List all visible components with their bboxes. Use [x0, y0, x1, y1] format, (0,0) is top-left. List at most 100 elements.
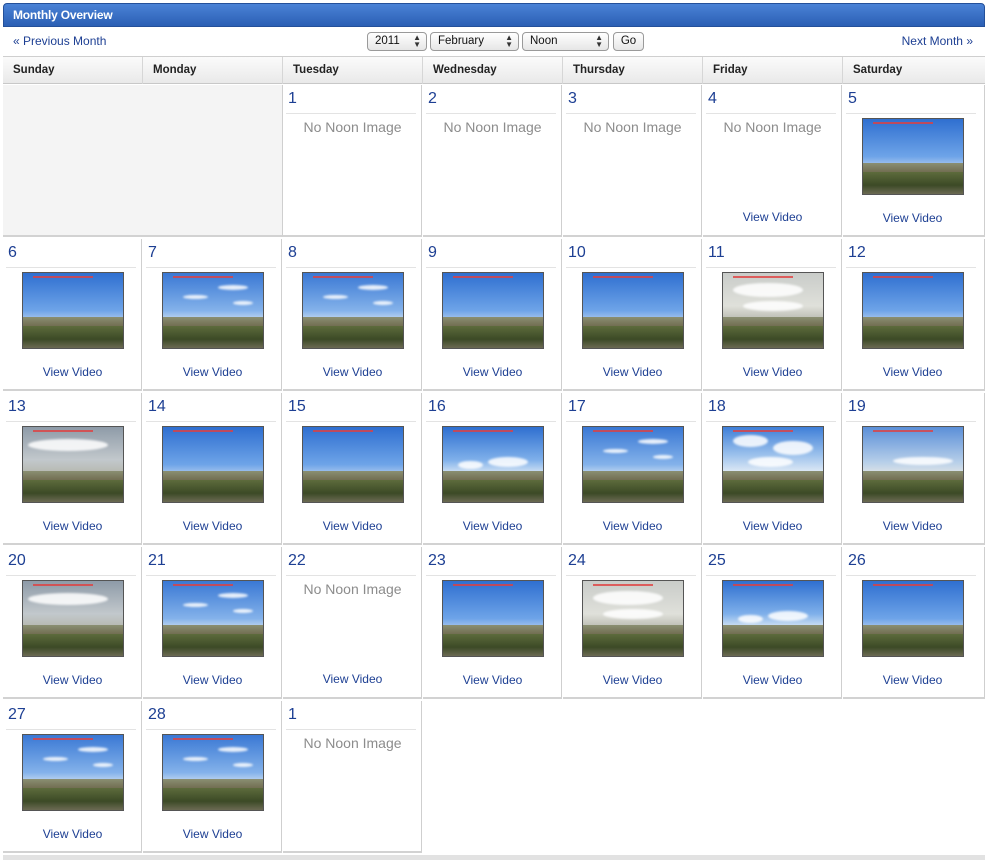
noon-image-thumbnail[interactable] — [162, 734, 264, 811]
noon-image-thumbnail[interactable] — [722, 272, 824, 349]
noon-image-thumbnail[interactable] — [162, 426, 264, 503]
noon-image-thumbnail[interactable] — [22, 734, 124, 811]
calendar-grid: 1 No Noon Image 2 No Noon Image 3 No Noon Ima… — [3, 85, 985, 855]
day-cell: 23 View Video — [423, 547, 562, 699]
view-video-link[interactable]: View Video — [3, 673, 142, 687]
view-video-link[interactable]: View Video — [143, 519, 282, 533]
no-noon-image-text: No Noon Image — [723, 119, 822, 135]
noon-image-thumbnail[interactable] — [302, 426, 404, 503]
noon-image-thumbnail[interactable] — [862, 118, 964, 195]
thumbnail-cloud — [638, 439, 668, 444]
month-select[interactable]: February ▲ ▼ — [430, 32, 519, 51]
view-video-link[interactable]: View Video — [563, 365, 702, 379]
title-bar: Monthly Overview — [3, 3, 985, 27]
noon-image-thumbnail[interactable] — [722, 580, 824, 657]
noon-image-thumbnail[interactable] — [442, 272, 544, 349]
view-video-link[interactable]: View Video — [563, 673, 702, 687]
view-video-link[interactable]: View Video — [423, 673, 562, 687]
day-cell: 21 View Video — [143, 547, 282, 699]
weekday-thursday: Thursday — [563, 57, 703, 84]
no-noon-image-text: No Noon Image — [303, 119, 402, 135]
view-video-link[interactable]: View Video — [423, 365, 562, 379]
view-video-link[interactable]: View Video — [283, 365, 422, 379]
go-button[interactable]: Go — [613, 32, 644, 51]
thumbnail-cloud — [93, 763, 113, 767]
previous-month-link[interactable]: « Previous Month — [13, 34, 106, 48]
timestamp-overlay — [593, 276, 653, 278]
day-cell: 25 View Video — [703, 547, 842, 699]
thumbnail-cloud — [748, 457, 793, 467]
view-video-link[interactable]: View Video — [703, 519, 842, 533]
day-cell: 24 View Video — [563, 547, 702, 699]
noon-image-thumbnail[interactable] — [442, 580, 544, 657]
view-video-link[interactable]: View Video — [703, 365, 842, 379]
noon-image-thumbnail[interactable] — [302, 272, 404, 349]
noon-image-thumbnail[interactable] — [22, 272, 124, 349]
view-video-link[interactable]: View Video — [143, 365, 282, 379]
timestamp-overlay — [593, 584, 653, 586]
thumbnail-ground — [23, 325, 123, 348]
thumbnail-sky — [23, 273, 123, 320]
weekday-sunday: Sunday — [3, 57, 143, 84]
view-video-link[interactable]: View Video — [843, 673, 982, 687]
view-video-link[interactable]: View Video — [3, 519, 142, 533]
thumbnail-ground — [443, 633, 543, 656]
view-video-link[interactable]: View Video — [143, 673, 282, 687]
noon-image-thumbnail[interactable] — [162, 272, 264, 349]
noon-image-thumbnail[interactable] — [22, 580, 124, 657]
day-number: 7 — [146, 244, 276, 268]
timestamp-overlay — [453, 430, 513, 432]
thumbnail-cloud — [373, 301, 393, 305]
view-video-link[interactable]: View Video — [703, 673, 842, 687]
view-video-link[interactable]: View Video — [283, 672, 422, 686]
thumbnail-ground — [163, 787, 263, 810]
noon-image-thumbnail[interactable] — [722, 426, 824, 503]
thumbnail-sky — [863, 427, 963, 474]
time-select[interactable]: Noon ▲ ▼ — [522, 32, 609, 51]
view-video-link[interactable]: View Video — [143, 827, 282, 841]
day-cell: 19 View Video — [843, 393, 985, 545]
day-cell: 12 View Video — [843, 239, 985, 391]
thumbnail-cloud — [78, 747, 108, 752]
timestamp-overlay — [173, 584, 233, 586]
thumbnail-ground — [163, 479, 263, 502]
noon-image-thumbnail[interactable] — [582, 426, 684, 503]
day-cell: 28 View Video — [143, 701, 282, 853]
view-video-link[interactable]: View Video — [843, 365, 982, 379]
day-number: 23 — [426, 552, 556, 576]
day-cell: 3 No Noon Image — [563, 85, 702, 237]
noon-image-thumbnail[interactable] — [862, 272, 964, 349]
timestamp-overlay — [33, 584, 93, 586]
noon-image-thumbnail[interactable] — [582, 580, 684, 657]
empty-day-cell — [843, 701, 985, 853]
view-video-link[interactable]: View Video — [703, 210, 842, 224]
day-cell: 4 No Noon Image View Video — [703, 85, 842, 237]
noon-image-thumbnail[interactable] — [22, 426, 124, 503]
thumbnail-cloud — [458, 461, 483, 469]
thumbnail-cloud — [743, 301, 803, 311]
day-cell: 26 View Video — [843, 547, 985, 699]
view-video-link[interactable]: View Video — [283, 519, 422, 533]
timestamp-overlay — [313, 430, 373, 432]
noon-image-thumbnail[interactable] — [862, 426, 964, 503]
noon-image-thumbnail[interactable] — [442, 426, 544, 503]
view-video-link[interactable]: View Video — [843, 519, 982, 533]
noon-image-thumbnail[interactable] — [582, 272, 684, 349]
year-select[interactable]: 2011 ▲ ▼ — [367, 32, 427, 51]
view-video-link[interactable]: View Video — [3, 365, 142, 379]
view-video-link[interactable]: View Video — [423, 519, 562, 533]
next-month-link[interactable]: Next Month » — [902, 34, 973, 48]
day-number: 27 — [6, 706, 136, 730]
noon-image-thumbnail[interactable] — [162, 580, 264, 657]
thumbnail-cloud — [183, 757, 208, 761]
view-video-link[interactable]: View Video — [843, 211, 982, 225]
day-number: 19 — [846, 398, 976, 422]
view-video-link[interactable]: View Video — [3, 827, 142, 841]
thumbnail-sky — [163, 273, 263, 320]
thumbnail-cloud — [233, 301, 253, 305]
noon-image-thumbnail[interactable] — [862, 580, 964, 657]
thumbnail-cloud — [603, 449, 628, 453]
select-arrows-icon: ▲ ▼ — [595, 33, 603, 49]
thumbnail-cloud — [183, 603, 208, 607]
view-video-link[interactable]: View Video — [563, 519, 702, 533]
